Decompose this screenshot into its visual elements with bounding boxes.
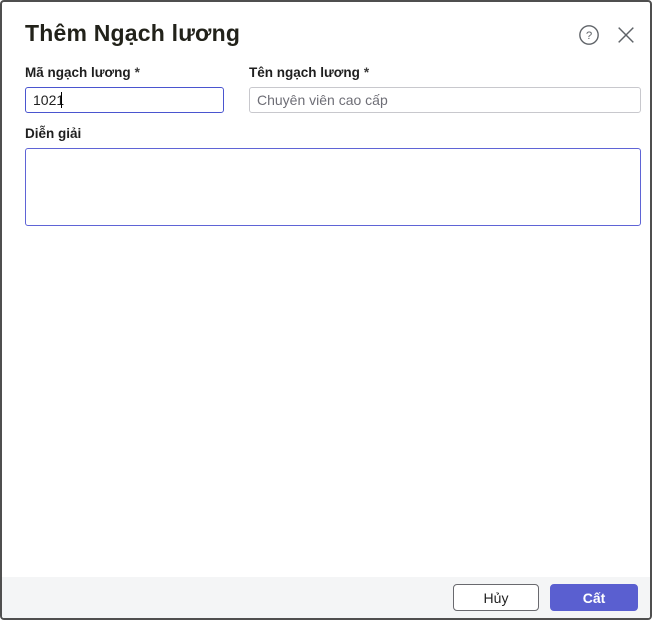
description-label: Diễn giải <box>25 126 82 141</box>
field-salary-grade-code: Mã ngạch lương * <box>25 65 224 113</box>
text-caret <box>61 92 62 108</box>
form-area: Mã ngạch lương* Tên ngạch lương* Diễn gi… <box>2 57 650 226</box>
dialog-footer: Hủy Cất <box>2 577 650 618</box>
save-button[interactable]: Cất <box>550 584 638 611</box>
circle-question-icon: ? <box>579 25 599 45</box>
salary-grade-code-input-wrap <box>25 87 224 113</box>
help-icon[interactable]: ? <box>577 23 601 47</box>
add-salary-grade-dialog: Thêm Ngạch lương ? Mã ngạch lương * 1021… <box>0 0 652 620</box>
dialog-header: Thêm Ngạch lương ? <box>2 2 650 57</box>
cancel-button[interactable]: Hủy <box>453 584 539 611</box>
description-textarea[interactable] <box>25 148 641 226</box>
salary-grade-code-label: Mã ngạch lương * <box>25 65 140 80</box>
salary-grade-name-label: Tên ngạch lương * <box>249 65 370 80</box>
svg-text:?: ? <box>586 30 592 42</box>
close-icon[interactable] <box>614 23 638 47</box>
x-icon <box>618 27 634 43</box>
page-title: Thêm Ngạch lương <box>25 20 241 46</box>
empty-body-space <box>2 226 650 577</box>
salary-grade-name-input[interactable] <box>249 87 641 113</box>
field-salary-grade-name: Tên ngạch lương * <box>249 65 641 113</box>
required-asterisk: * <box>134 65 140 80</box>
field-description: Diễn giải <box>25 126 641 226</box>
salary-grade-code-input[interactable] <box>25 87 224 113</box>
required-asterisk: * <box>363 65 370 80</box>
header-icons: ? <box>577 20 638 47</box>
form-row-top: Mã ngạch lương* Tên ngạch lương* <box>25 65 641 113</box>
